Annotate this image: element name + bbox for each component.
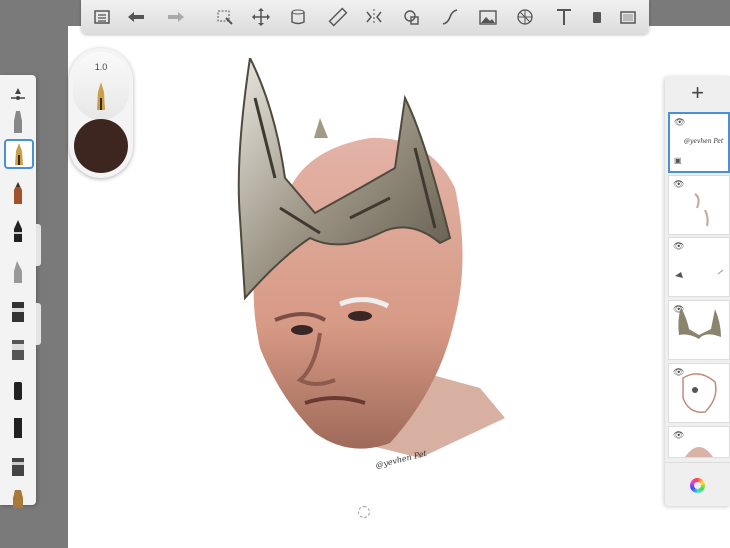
redo-icon[interactable]	[164, 5, 188, 29]
color-swatch[interactable]	[74, 119, 128, 173]
plus-icon: +	[691, 80, 704, 105]
layer-thumbnail-6[interactable]: 👁	[668, 426, 730, 458]
loading-spinner-icon	[358, 506, 370, 518]
eye-icon[interactable]: 👁	[674, 117, 685, 128]
ink-pen-icon[interactable]	[4, 139, 34, 169]
add-layer-button[interactable]: +	[665, 76, 730, 110]
flat-brush-icon[interactable]	[4, 335, 32, 363]
gallery-icon[interactable]	[90, 5, 114, 29]
color-editor-button[interactable]	[665, 462, 730, 507]
airbrush-icon[interactable]	[4, 108, 32, 136]
palette-tab-upper[interactable]	[36, 224, 41, 266]
marker-icon[interactable]	[4, 217, 32, 245]
shapes-icon[interactable]	[400, 5, 424, 29]
text-icon[interactable]	[552, 5, 576, 29]
layer-thumbnail-4[interactable]: 👁	[668, 300, 730, 360]
current-brush-icon	[97, 82, 105, 110]
layer-thumbnail-5[interactable]: 👁	[668, 363, 730, 423]
pencil-icon[interactable]	[4, 179, 32, 207]
ruler-icon[interactable]	[326, 5, 350, 29]
perspective-icon[interactable]	[513, 5, 537, 29]
layer-panel: + 👁 @yevhen Pet ▣ 👁 👁 👁 👁 👁	[665, 76, 730, 506]
color-wheel-icon	[690, 477, 705, 493]
brush-size-control[interactable]: 1.0	[73, 52, 129, 120]
curve-icon[interactable]	[438, 5, 462, 29]
brush-settings-icon[interactable]	[4, 81, 32, 109]
layer-thumbnail-1[interactable]: 👁 @yevhen Pet ▣	[668, 112, 730, 173]
artwork-painting	[237, 58, 505, 458]
image-import-icon[interactable]	[476, 5, 500, 29]
layer-thumbnail-2[interactable]: 👁	[668, 175, 730, 235]
paint-brush-icon[interactable]	[4, 297, 32, 325]
main-toolbar	[81, 0, 649, 34]
palette-tab-lower[interactable]	[36, 303, 41, 345]
eye-icon[interactable]: 👁	[673, 179, 684, 190]
transform-icon[interactable]	[249, 5, 273, 29]
smudge-icon[interactable]	[4, 451, 32, 479]
undo-icon[interactable]	[124, 5, 148, 29]
felt-tip-icon[interactable]	[4, 375, 32, 403]
fullscreen-icon[interactable]	[616, 5, 640, 29]
eye-icon[interactable]: 👁	[673, 241, 684, 252]
brush-size-value: 1.0	[94, 62, 108, 72]
brush-tip-icon[interactable]	[4, 413, 32, 441]
eraser-icon[interactable]	[4, 485, 32, 513]
selection-icon[interactable]	[213, 5, 237, 29]
layer-thumbnail-3[interactable]: 👁	[668, 237, 730, 297]
brush-puck[interactable]: 1.0	[69, 48, 133, 178]
fill-bucket-icon[interactable]	[286, 5, 310, 29]
symmetry-icon[interactable]	[362, 5, 386, 29]
copic-library-icon[interactable]	[585, 5, 609, 29]
chisel-icon[interactable]	[4, 258, 32, 286]
brush-palette	[0, 75, 36, 508]
lock-icon[interactable]: ▣	[674, 156, 682, 165]
